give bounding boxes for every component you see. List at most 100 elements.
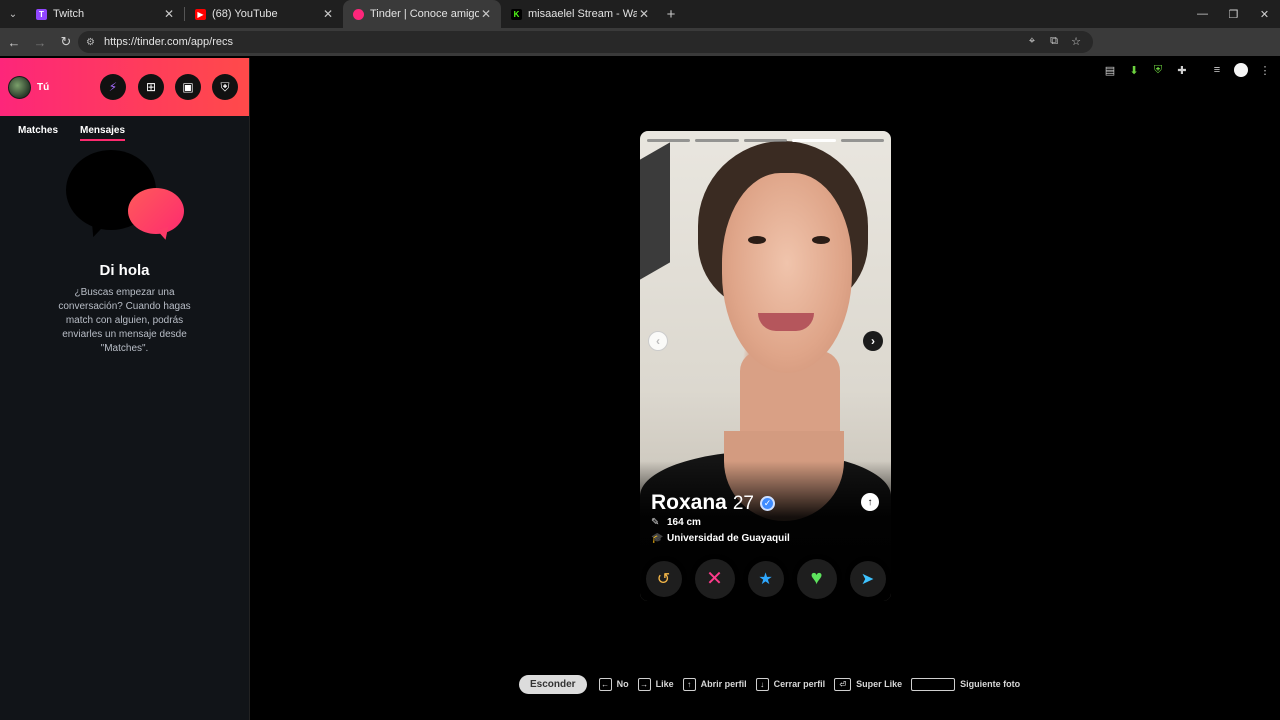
browser-tab-tinder[interactable]: Tinder | Conoce amigos y gente ✕ [343, 0, 501, 28]
youtube-favicon-icon: ▶ [195, 8, 206, 20]
browser-menu-icon[interactable]: ⋮ [1255, 60, 1275, 80]
tab-mensajes[interactable]: Mensajes [80, 125, 126, 141]
location-pin-icon[interactable]: ⌖ [1025, 35, 1039, 48]
extensions-puzzle-icon[interactable]: ✚ [1172, 60, 1192, 80]
profile-avatar[interactable] [1231, 60, 1251, 80]
tab-title: Tinder | Conoce amigos y gente [370, 8, 479, 20]
shortcut-open-profile: ↑ Abrir perfil [682, 677, 747, 691]
tab-search-chevron-icon[interactable]: ⌄ [0, 0, 26, 28]
site-info-icon[interactable]: ⚙ [86, 37, 98, 48]
empty-state-text: ¿Buscas empezar una conversación? Cuando… [58, 287, 191, 354]
photo-progress-segment[interactable] [743, 139, 788, 142]
hide-shortcuts-button[interactable]: Esconder [519, 674, 587, 694]
like-heart-icon[interactable]: ♥ [796, 558, 837, 599]
photo-progress-segment[interactable] [840, 139, 885, 142]
next-photo-chevron-icon[interactable]: › [863, 331, 883, 351]
reload-icon[interactable]: ↻ [54, 30, 78, 54]
tab-close-icon[interactable]: ✕ [479, 7, 493, 21]
nope-x-icon[interactable]: ✕ [694, 558, 735, 599]
twitch-favicon-icon: T [36, 8, 47, 20]
school-detail: 🎓 Universidad de Guayaquil [651, 533, 790, 544]
shortcut-label: Cerrar perfil [773, 679, 826, 689]
shortcut-label: Super Like [856, 679, 903, 689]
install-app-icon[interactable]: ⧉ [1047, 35, 1061, 48]
extension-shield-icon[interactable]: ⛨ [1148, 60, 1168, 80]
shortcut-label: Siguiente foto [960, 679, 1021, 689]
shortcut-no: ← No [598, 677, 629, 691]
safety-shield-icon[interactable]: ⛨ [212, 74, 238, 100]
shortcut-like: → Like [637, 677, 674, 691]
open-profile-arrow-icon[interactable]: ↑ [861, 493, 879, 511]
verified-check-icon: ✓ [760, 495, 775, 511]
briefcase-icon[interactable]: ▣ [175, 74, 201, 100]
close-window-icon[interactable]: ✕ [1249, 0, 1280, 28]
tinder-favicon-icon [353, 8, 364, 20]
browser-tab-kick[interactable]: K misaaelel Stream - Watch Live o ✕ [501, 0, 659, 28]
kick-favicon-icon: K [511, 8, 522, 20]
back-arrow-icon[interactable]: ← [2, 30, 26, 54]
up-arrow-key-icon: ↑ [682, 677, 696, 691]
browser-toolbar: ← → ↻ ⚙ https://tinder.com/app/recs ⌖ ⧉ … [0, 28, 1280, 77]
shortcut-label: Like [655, 679, 674, 689]
action-buttons: ↺ ✕ ★ ♥ ➤ [640, 556, 891, 601]
height-text: 164 cm [667, 517, 701, 528]
bookmark-star-icon[interactable]: ☆ [1069, 35, 1083, 48]
window-controls: — ❐ ✕ [1187, 0, 1280, 28]
minimize-icon[interactable]: — [1187, 0, 1218, 28]
down-arrow-key-icon: ↓ [755, 677, 769, 691]
shortcut-super-like: ⏎ Super Like [834, 677, 903, 691]
photo-progress-segment[interactable] [792, 139, 836, 142]
sidebar-tabs: Matches Mensajes [0, 116, 249, 141]
shortcut-next-photo: Siguiente foto [911, 677, 1021, 691]
enter-key-icon: ⏎ [834, 677, 852, 691]
shortcut-label: No [616, 679, 629, 689]
new-tab-plus-icon[interactable]: + [659, 0, 683, 28]
url-text[interactable]: https://tinder.com/app/recs [104, 36, 233, 48]
tab-close-icon[interactable]: ✕ [637, 7, 651, 21]
previous-photo-chevron-icon[interactable]: ‹ [648, 331, 668, 351]
browser-tab-bar: ⌄ T Twitch ✕ ▶ (68) YouTube ✕ Tinder | C… [0, 0, 1280, 28]
ruler-icon: ✎ [651, 517, 660, 528]
profile-age: 27 [732, 493, 754, 514]
shortcut-close-profile: ↓ Cerrar perfil [755, 677, 826, 691]
tab-close-icon[interactable]: ✕ [321, 7, 335, 21]
photo-progress-bar [647, 139, 885, 142]
media-queue-icon[interactable]: ≡ [1207, 60, 1227, 80]
explore-grid-icon[interactable]: ⊞ [138, 74, 164, 100]
forward-arrow-icon[interactable]: → [28, 30, 52, 54]
height-detail: ✎ 164 cm [651, 517, 701, 528]
sidebar: Tú ⚡ ⊞ ▣ ⛨ Matches Mensajes Di hola ¿Bus… [0, 58, 250, 720]
tab-title: Twitch [53, 8, 85, 20]
tab-close-icon[interactable]: ✕ [162, 7, 176, 21]
shortcut-label: Abrir perfil [700, 679, 747, 689]
empty-state-title: Di hola [99, 262, 150, 279]
photo-progress-segment[interactable] [695, 139, 739, 142]
sidebar-header: Tú ⚡ ⊞ ▣ ⛨ [0, 58, 249, 116]
chat-bubbles-illustration [64, 150, 189, 250]
school-text: Universidad de Guayaquil [667, 533, 790, 544]
tab-title: misaaelel Stream - Watch Live o [528, 8, 637, 20]
name-row: Roxana 27 ✓ [651, 491, 775, 515]
restore-icon[interactable]: ❐ [1218, 0, 1249, 28]
tab-title: (68) YouTube [212, 8, 278, 20]
tab-matches[interactable]: Matches [18, 125, 58, 141]
left-arrow-key-icon: ← [598, 677, 612, 691]
spacebar-key-icon [911, 677, 956, 691]
boost-send-icon[interactable]: ➤ [849, 560, 886, 597]
browser-tab-twitch[interactable]: T Twitch ✕ [26, 0, 184, 28]
extension-reader-icon[interactable]: ▤ [1100, 60, 1120, 80]
keyboard-shortcuts-bar: Esconder ← No → Like ↑ Abrir perfil ↓ Ce… [519, 674, 1029, 694]
boost-bolt-icon[interactable]: ⚡ [100, 74, 126, 100]
browser-tab-youtube[interactable]: ▶ (68) YouTube ✕ [185, 0, 343, 28]
right-arrow-key-icon: → [637, 677, 651, 691]
profile-card[interactable]: ‹ › Roxana 27 ✓ ↑ ✎ 164 cm 🎓 Universidad… [640, 131, 891, 601]
extension-download-icon[interactable]: ⬇ [1124, 60, 1144, 80]
user-avatar[interactable] [8, 75, 31, 99]
user-label[interactable]: Tú [37, 82, 49, 93]
profile-name: Roxana [651, 491, 727, 514]
photo-progress-segment[interactable] [647, 139, 691, 142]
address-bar[interactable]: ⚙ https://tinder.com/app/recs ⌖ ⧉ ☆ [78, 31, 1093, 53]
graduation-cap-icon: 🎓 [651, 533, 664, 544]
super-like-star-icon[interactable]: ★ [747, 560, 784, 597]
rewind-icon[interactable]: ↺ [645, 560, 682, 597]
